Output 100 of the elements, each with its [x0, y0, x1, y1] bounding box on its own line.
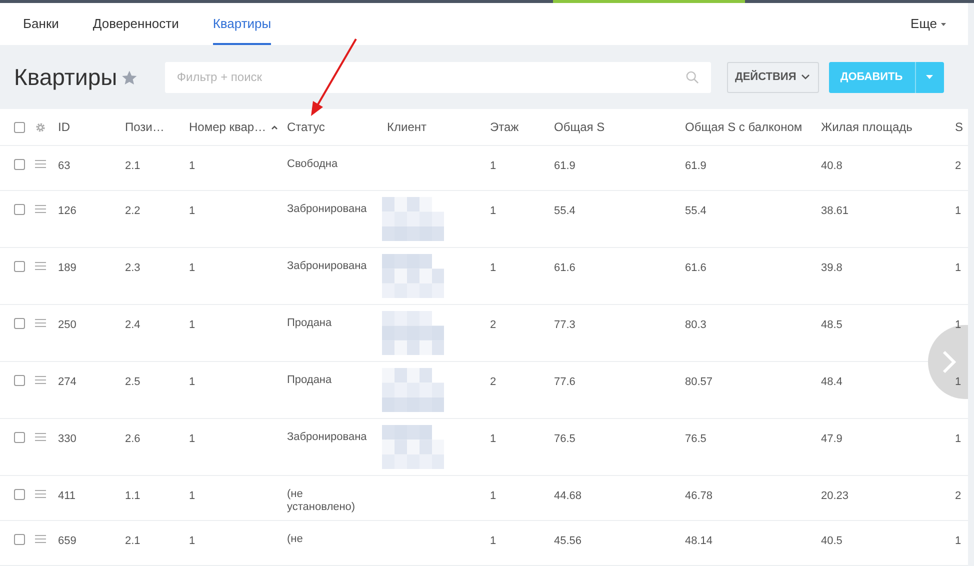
table-cell-text: 45.56 — [554, 534, 583, 549]
table-cell-text: 2 — [955, 489, 962, 504]
drag-handle-icon[interactable] — [35, 319, 46, 327]
table-cell-text: 55.4 — [685, 204, 708, 219]
table-cell-text: 330 — [58, 432, 78, 447]
tab[interactable]: Доверенности — [92, 3, 179, 46]
column-header[interactable]: Пози… — [125, 118, 164, 136]
row-checkbox[interactable] — [14, 375, 25, 386]
table-cell-text: 63 — [58, 159, 72, 174]
column-header[interactable]: Статус — [287, 118, 325, 136]
column-header[interactable]: ID — [58, 118, 70, 136]
caret-icon — [941, 22, 946, 26]
chevron-right-icon — [942, 350, 956, 374]
table-cell-text: 40.8 — [821, 159, 844, 174]
row-checkbox[interactable] — [14, 318, 25, 329]
drag-handle-icon[interactable] — [35, 433, 46, 441]
table-cell-text: 1 — [490, 204, 498, 219]
table-cell-text: 1 — [490, 261, 498, 276]
column-header[interactable]: S — [955, 118, 964, 136]
drag-handle-icon[interactable] — [35, 490, 46, 498]
caret-icon — [926, 75, 934, 80]
table-cell-text: 1 — [490, 534, 498, 549]
column-header[interactable]: Жилая площадь — [821, 118, 912, 136]
search-field[interactable]: Фильтр + поиск — [164, 62, 711, 93]
table-cell-text: 1 — [490, 159, 498, 174]
page-title: Квартиры — [14, 62, 118, 92]
drag-handle-icon[interactable] — [35, 262, 46, 270]
settings-icon[interactable] — [35, 122, 46, 132]
tab[interactable]: Банки — [23, 3, 59, 46]
table-cell-text: 2.4 — [125, 318, 142, 333]
table-cell-text: 76.5 — [685, 432, 708, 447]
table-cell-text: 2 — [490, 375, 498, 390]
table-cell-text: 61.6 — [554, 261, 576, 276]
column-header[interactable]: Этаж — [490, 118, 519, 136]
table-cell: Забронирована — [287, 203, 367, 216]
table-cell-text: Продана — [287, 374, 333, 387]
table-cell-text: 48.14 — [685, 534, 714, 549]
table-cell-text: 1 — [189, 489, 196, 504]
table-cell-text: 2.5 — [125, 375, 142, 390]
table-cell-text: 38.61 — [821, 204, 850, 219]
table-cell-text: 1 — [189, 159, 196, 174]
table-cell-text: 48.4 — [821, 375, 844, 390]
drag-handle-icon[interactable] — [35, 205, 46, 213]
table-cell-text: 61.6 — [685, 261, 708, 276]
star-icon[interactable] — [121, 70, 138, 86]
table-cell-text: 1 — [955, 375, 962, 390]
table-cell-text: 61.9 — [554, 159, 576, 174]
table-cell-text: (не установлено) — [287, 488, 356, 514]
table-cell-text: 2.6 — [125, 432, 142, 447]
chevron-down-icon — [801, 74, 810, 80]
table-cell: Забронирована — [287, 431, 367, 444]
row-checkbox[interactable] — [14, 204, 25, 215]
table-cell-text: 2.1 — [125, 534, 142, 549]
table-cell-text: 46.78 — [685, 489, 714, 504]
table-cell-text: 1 — [955, 318, 962, 333]
scrollbar[interactable] — [968, 3, 974, 566]
table-cell-text: 20.23 — [821, 489, 850, 504]
table-cell-text: 1 — [490, 432, 498, 447]
row-checkbox[interactable] — [14, 432, 25, 443]
column-header[interactable]: Общая S с балконом — [685, 118, 802, 136]
table-cell-text: 77.6 — [554, 375, 576, 390]
more-menu[interactable]: Еще — [910, 14, 937, 34]
column-header[interactable]: Общая S — [554, 118, 605, 136]
table-cell-text: 39.8 — [821, 261, 844, 276]
table-cell-text: 40.5 — [821, 534, 844, 549]
drag-handle-icon[interactable] — [35, 535, 46, 543]
table-cell-text: 80.57 — [685, 375, 714, 390]
table-cell-text: 61.9 — [685, 159, 708, 174]
table-cell-text: (не — [287, 533, 304, 546]
table-cell-text: 1 — [189, 318, 196, 333]
table-cell-text: 189 — [58, 261, 78, 276]
table-cell-text: 55.4 — [554, 204, 576, 219]
table-cell-text: 1 — [955, 204, 962, 219]
select-all-checkbox[interactable] — [14, 122, 25, 132]
table-cell-text: 1 — [189, 432, 196, 447]
column-header[interactable]: Номер квар… — [189, 118, 266, 136]
table-cell-text: Продана — [287, 317, 333, 330]
drag-handle-icon[interactable] — [35, 376, 46, 384]
row-checkbox[interactable] — [14, 261, 25, 272]
tab[interactable]: Квартиры — [212, 3, 272, 46]
table-cell-text: 1 — [189, 261, 196, 276]
table-cell-text: 1 — [955, 261, 962, 276]
table-cell-text: 411 — [58, 489, 77, 504]
table-cell-text: 2.3 — [125, 261, 142, 276]
column-header[interactable]: Клиент — [387, 118, 426, 136]
table-cell-text: 126 — [58, 204, 78, 219]
table-cell-text: 2.1 — [125, 159, 142, 174]
row-checkbox[interactable] — [14, 534, 25, 545]
table-cell-text: 80.3 — [685, 318, 708, 333]
table-cell-text: 48.5 — [821, 318, 844, 333]
row-checkbox[interactable] — [14, 159, 25, 170]
table-cell-text: 77.3 — [554, 318, 576, 333]
table-cell-text: 274 — [58, 375, 78, 390]
table-cell-text: 76.5 — [554, 432, 576, 447]
table-cell-text: 1 — [955, 432, 962, 447]
table-cell-text: 2 — [955, 159, 962, 174]
actions-button[interactable]: ДЕЙСТВИЯ — [726, 62, 819, 93]
table-cell-text: 1 — [189, 204, 196, 219]
row-checkbox[interactable] — [14, 489, 25, 500]
drag-handle-icon[interactable] — [35, 160, 46, 168]
